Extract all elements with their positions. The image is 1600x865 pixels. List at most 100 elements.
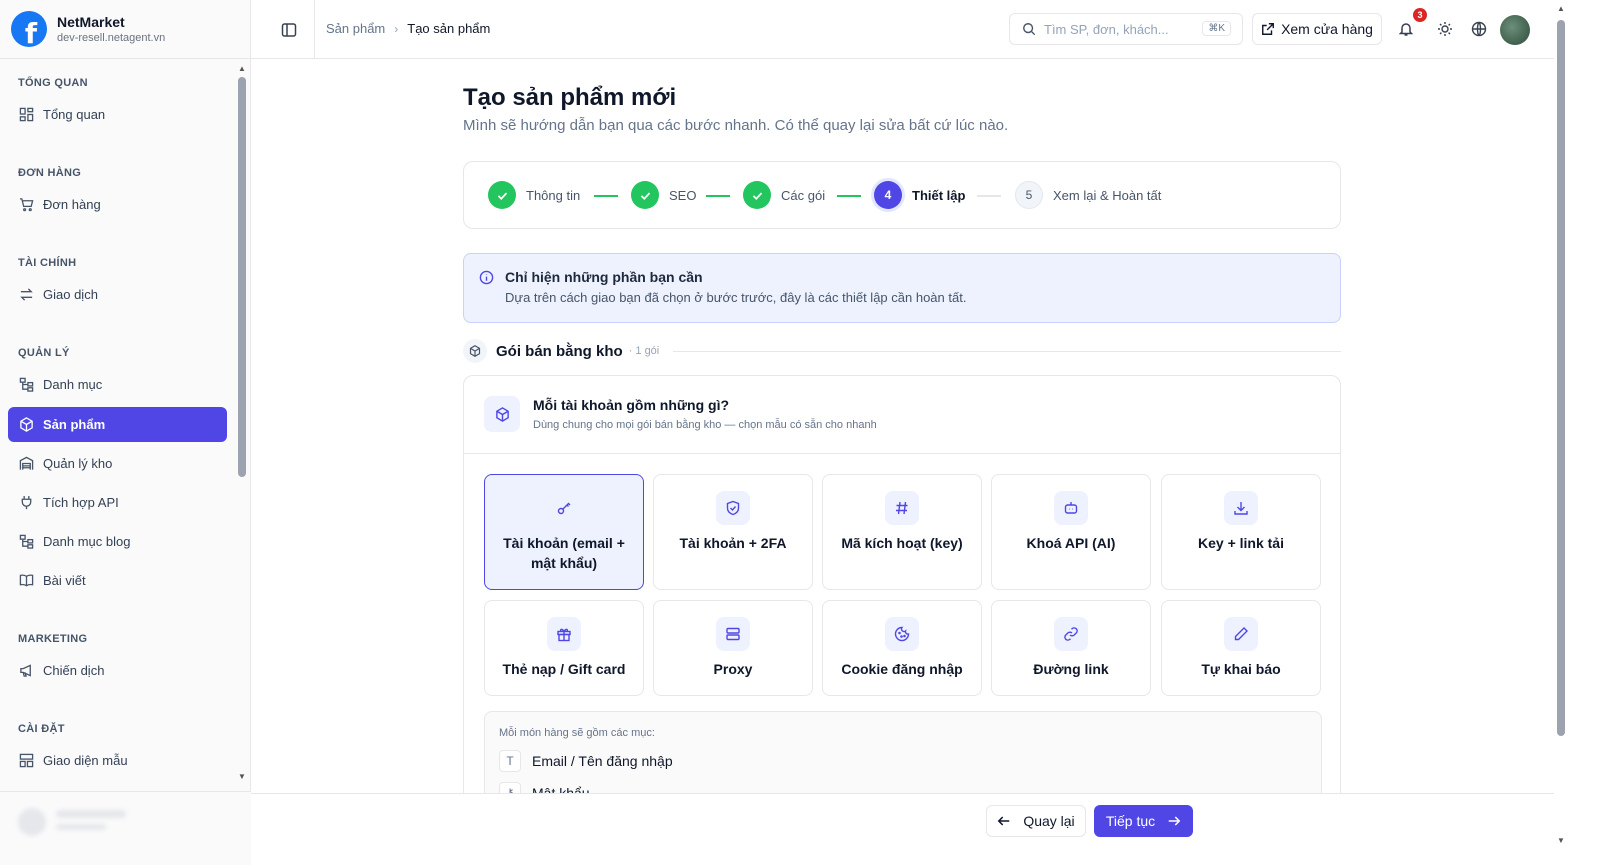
search-input[interactable]: Tìm SP, đơn, khách... ⌘K (1009, 13, 1243, 45)
nav-section-label: CÀI ĐẶT (18, 723, 65, 735)
option-proxy[interactable]: Proxy (653, 600, 813, 696)
option-label: Thẻ nạp / Gift card (502, 661, 626, 677)
link-icon (1054, 617, 1088, 651)
step-info[interactable]: Thông tin (488, 181, 580, 209)
card-title: Mỗi tài khoản gồm những gì? (533, 397, 730, 413)
sidebar-item-posts[interactable]: Bài viết (8, 563, 227, 598)
sidebar-item-label: Sản phẩm (43, 417, 106, 432)
back-label: Quay lại (1023, 813, 1075, 829)
option-account-2fa[interactable]: Tài khoản + 2FA (653, 474, 813, 590)
check-icon (743, 181, 771, 209)
blurred-user-email (56, 824, 106, 830)
view-store-label: Xem cửa hàng (1281, 21, 1373, 37)
main-content: Tạo sản phẩm mới Mình sẽ hướng dẫn bạn q… (251, 60, 1554, 793)
scroll-down-arrow-icon[interactable]: ▼ (1557, 836, 1565, 845)
pencil-icon (1224, 617, 1258, 651)
option-label: Tài khoản + 2FA (679, 535, 787, 551)
card-header: Mỗi tài khoản gồm những gì? Dùng chung c… (464, 376, 1340, 454)
step-seo[interactable]: SEO (631, 181, 696, 209)
info-callout: Chỉ hiện những phần bạn cần Dựa trên các… (463, 253, 1341, 323)
sidebar-item-orders[interactable]: Đơn hàng (8, 187, 227, 222)
option-login-cookie[interactable]: Cookie đăng nhập (822, 600, 982, 696)
field-label: Email / Tên đăng nhập (532, 753, 673, 769)
cube-icon (463, 339, 487, 363)
step-label: SEO (669, 187, 697, 203)
option-key-download-link[interactable]: Key + link tải (1161, 474, 1321, 590)
sidebar-item-api[interactable]: Tích hợp API (8, 485, 227, 520)
sidebar-item-blog-categories[interactable]: Danh mục blog (8, 524, 227, 559)
scroll-up-arrow-icon[interactable]: ▲ (1557, 4, 1565, 13)
user-avatar[interactable] (1500, 15, 1530, 45)
breadcrumb-link-products[interactable]: Sản phẩm (326, 21, 385, 36)
continue-button[interactable]: Tiếp tục (1094, 805, 1193, 837)
breadcrumb-current: Tạo sản phẩm (407, 21, 491, 36)
tree-icon (18, 534, 34, 550)
sidebar-item-label: Giao diện mẫu (43, 753, 128, 768)
page-scrollbar[interactable]: ▲ ▼ (1554, 0, 1568, 865)
info-title: Chỉ hiện những phần bạn cần (505, 269, 703, 285)
panel-left-icon (281, 23, 297, 37)
user-profile[interactable] (0, 791, 251, 865)
option-activation-key[interactable]: Mã kích hoạt (key) (822, 474, 982, 590)
step-connector (706, 195, 730, 197)
option-account-email-password[interactable]: Tài khoản (email + mật khẩu) (484, 474, 644, 590)
option-api-key-ai[interactable]: Khoá API (AI) (991, 474, 1151, 590)
page-title: Tạo sản phẩm mới (463, 84, 677, 111)
sidebar-item-label: Tích hợp API (43, 495, 119, 510)
sidebar-scrollbar[interactable]: ▲ ▼ (236, 60, 250, 785)
sidebar: f NetMarket dev-resell.netagent.vn TỔNG … (0, 0, 251, 865)
option-link[interactable]: Đường link (991, 600, 1151, 696)
sidebar-item-overview[interactable]: Tổng quan (8, 97, 227, 132)
download-icon (1224, 491, 1258, 525)
cookie-icon (885, 617, 919, 651)
sidebar-item-label: Danh mục blog (43, 534, 131, 549)
sidebar-item-transactions[interactable]: Giao dịch (8, 277, 227, 312)
sidebar-item-campaigns[interactable]: Chiến dịch (8, 653, 227, 688)
language-globe-icon[interactable] (1469, 19, 1489, 39)
cube-icon (484, 396, 520, 432)
tree-icon (18, 377, 34, 393)
layout-icon (18, 753, 34, 769)
option-gift-card[interactable]: Thẻ nạp / Gift card (484, 600, 644, 696)
search-placeholder: Tìm SP, đơn, khách... (1044, 21, 1169, 37)
step-packages[interactable]: Các gói (743, 181, 825, 209)
field-row: ⚷ Mật khẩu (499, 782, 590, 793)
scroll-down-arrow-icon[interactable]: ▼ (238, 772, 246, 781)
option-label: Tài khoản (email + mật khẩu) (503, 535, 625, 571)
sidebar-toggle-button[interactable] (278, 19, 300, 41)
wizard-footer: Quay lại Tiếp tục (251, 793, 1554, 865)
field-row: T Email / Tên đăng nhập (499, 750, 673, 772)
arrow-right-icon (1167, 814, 1181, 828)
section-header: Gói bán bằng kho · 1 gói (463, 338, 1341, 364)
theme-toggle-sun-icon[interactable] (1435, 19, 1455, 39)
brand[interactable]: f NetMarket dev-resell.netagent.vn (0, 0, 250, 59)
megaphone-icon (18, 663, 34, 679)
step-label: Các gói (781, 187, 826, 203)
notification-badge: 3 (1413, 8, 1427, 22)
option-custom[interactable]: Tự khai báo (1161, 600, 1321, 696)
sidebar-item-products[interactable]: Sản phẩm (8, 407, 227, 442)
step-label: Thông tin (526, 187, 581, 203)
sidebar-item-categories[interactable]: Danh mục (8, 367, 227, 402)
sidebar-item-templates[interactable]: Giao diện mẫu (8, 743, 227, 778)
field-label: Mật khẩu (532, 785, 590, 793)
scroll-up-arrow-icon[interactable]: ▲ (238, 64, 246, 73)
nav-section-label: ĐƠN HÀNG (18, 167, 82, 179)
info-description: Dựa trên cách giao bạn đã chọn ở bước tr… (505, 290, 967, 305)
breadcrumb: Sản phẩm › Tạo sản phẩm (326, 21, 490, 36)
sidebar-item-warehouse[interactable]: Quản lý kho (8, 446, 227, 481)
info-icon (479, 270, 494, 288)
back-button[interactable]: Quay lại (986, 805, 1086, 837)
option-label: Mã kích hoạt (key) (841, 535, 963, 551)
arrow-left-icon (997, 814, 1011, 828)
page-scrollbar-thumb[interactable] (1557, 20, 1565, 736)
step-connector (837, 195, 861, 197)
view-store-button[interactable]: Xem cửa hàng (1252, 13, 1382, 45)
step-label: Thiết lập (912, 187, 966, 203)
step-review[interactable]: 5 Xem lại & Hoàn tất (1015, 181, 1161, 209)
notification-bell-icon[interactable] (1396, 19, 1416, 39)
step-settings[interactable]: 4 Thiết lập (874, 181, 965, 209)
top-header: Sản phẩm › Tạo sản phẩm Tìm SP, đơn, khá… (251, 0, 1554, 59)
sidebar-item-label: Đơn hàng (43, 197, 101, 212)
sidebar-scrollbar-thumb[interactable] (238, 77, 246, 477)
